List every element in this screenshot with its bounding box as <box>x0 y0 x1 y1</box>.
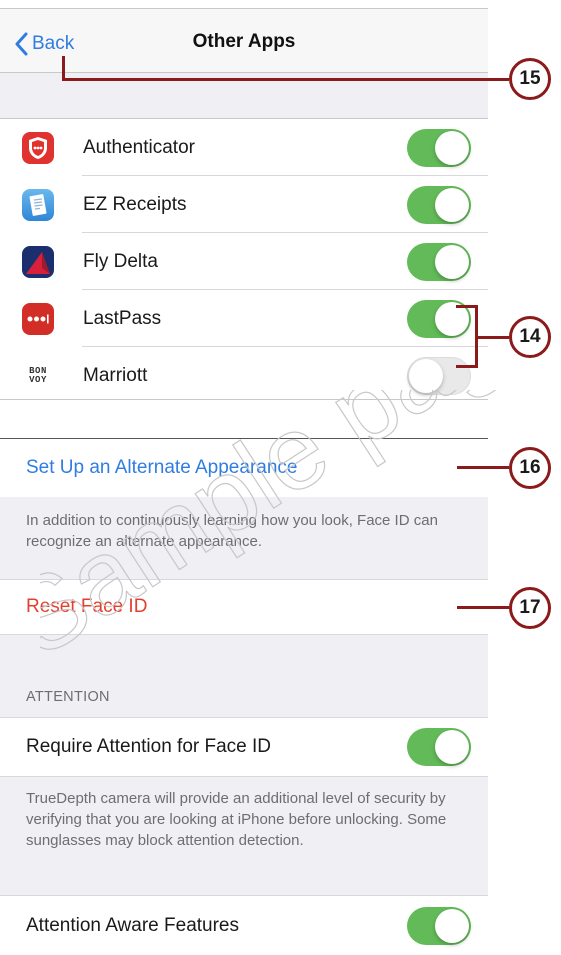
callout-16: 16 <box>509 447 551 489</box>
attention-section-header: ATTENTION <box>26 689 110 705</box>
page-title: Other Apps <box>192 31 296 52</box>
toggle-knob <box>435 908 469 943</box>
toggle-knob <box>435 244 469 279</box>
callout-17-line <box>457 606 509 609</box>
list-item: Fly Delta <box>0 233 488 290</box>
alternate-appearance-cell[interactable]: Set Up an Alternate Appearance <box>0 439 488 497</box>
toggle-knob <box>409 358 443 393</box>
callout-14-line <box>478 336 509 339</box>
lastpass-icon <box>22 303 54 335</box>
face-id-settings-panel: Set Up an Alternate Appearance In additi… <box>0 438 488 955</box>
other-apps-panel: Back Other Apps Authenticator EZ Receipt… <box>0 8 488 400</box>
app-label-lastpass: LastPass <box>83 307 162 329</box>
toggle-ez-receipts[interactable] <box>407 185 471 224</box>
toggle-require-attention[interactable] <box>407 728 471 766</box>
marriott-bonvoy-icon: BON VOY <box>22 360 54 392</box>
app-list: Authenticator EZ Receipts Fly Delta Last… <box>0 118 488 399</box>
callout-14-bracket-bottom <box>456 365 478 368</box>
fly-delta-icon <box>22 246 54 278</box>
attention-aware-label: Attention Aware Features <box>26 914 239 936</box>
toggle-knob <box>435 730 469 764</box>
callout-15-line-vertical <box>62 56 65 80</box>
callout-15-line <box>62 78 509 81</box>
ez-receipts-icon <box>22 189 54 221</box>
callout-14: 14 <box>509 316 551 358</box>
toggle-fly-delta[interactable] <box>407 242 471 281</box>
app-label-fly-delta: Fly Delta <box>83 250 158 272</box>
marriott-icon-text-bottom: VOY <box>29 375 47 385</box>
attention-aware-cell: Attention Aware Features <box>0 895 488 955</box>
require-attention-footer: TrueDepth camera will provide an additio… <box>26 790 447 849</box>
list-item: Authenticator <box>0 119 488 176</box>
reset-face-id-cell[interactable]: Reset Face ID <box>0 579 488 635</box>
require-attention-label: Require Attention for Face ID <box>26 736 272 757</box>
require-attention-cell: Require Attention for Face ID <box>0 717 488 777</box>
alternate-appearance-link[interactable]: Set Up an Alternate Appearance <box>26 457 297 479</box>
app-label-authenticator: Authenticator <box>83 136 195 158</box>
list-item: EZ Receipts <box>0 176 488 233</box>
toggle-knob <box>435 130 469 165</box>
reset-face-id-button[interactable]: Reset Face ID <box>26 596 147 618</box>
toggle-authenticator[interactable] <box>407 128 471 167</box>
app-label-marriott: Marriott <box>83 364 148 386</box>
alternate-appearance-footer: In addition to continuously learning how… <box>26 512 438 550</box>
app-label-ez-receipts: EZ Receipts <box>83 193 187 215</box>
toggle-knob <box>435 187 469 222</box>
toggle-marriott[interactable] <box>407 356 471 395</box>
toggle-attention-aware[interactable] <box>407 906 471 945</box>
callout-15: 15 <box>509 58 551 100</box>
callout-17: 17 <box>509 587 551 629</box>
navigation-bar: Back Other Apps <box>0 9 488 73</box>
list-item: LastPass <box>0 290 488 347</box>
list-item: BON VOY Marriott <box>0 347 488 399</box>
authenticator-icon <box>22 132 54 164</box>
callout-16-line <box>457 466 509 469</box>
